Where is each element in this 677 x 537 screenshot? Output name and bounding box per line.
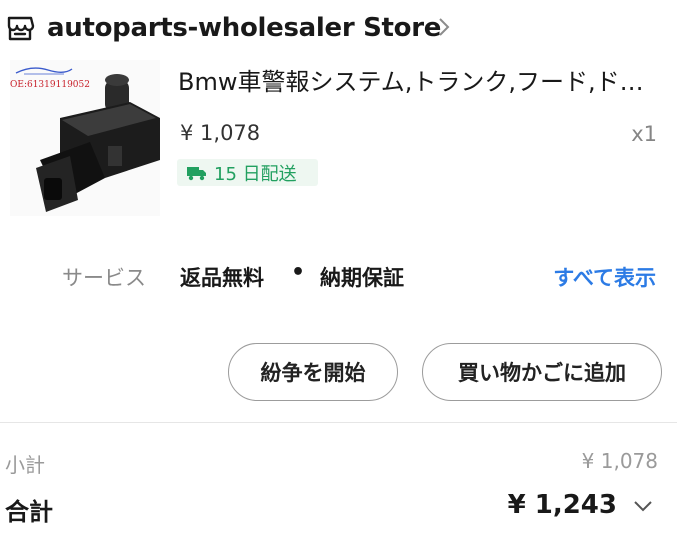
product-quantity: x1 <box>631 122 657 146</box>
chevron-right-icon[interactable] <box>436 17 452 37</box>
show-all-link[interactable]: すべて表示 <box>553 262 656 292</box>
subtotal-label: 小計 <box>5 453 45 477</box>
product-image[interactable]: OE:61319119052 <box>10 60 160 216</box>
store-header[interactable]: autoparts-wholesaler Store <box>0 4 677 48</box>
service-free-return: 返品無料 <box>180 266 264 290</box>
service-separator: • <box>291 260 306 285</box>
shipping-text: 15 日配送 <box>214 163 297 185</box>
total-label: 合計 <box>5 498 53 526</box>
product-price: ¥ 1,078 <box>180 121 261 145</box>
service-label: サービス <box>62 266 146 290</box>
divider <box>0 422 677 423</box>
product-title[interactable]: Bmw車警報システム,トランク,フード,ドア,スイッチ <box>178 62 656 97</box>
service-delivery-guarantee: 納期保証 <box>320 266 404 290</box>
shipping-badge: 15 日配送 <box>177 159 318 186</box>
store-name[interactable]: autoparts-wholesaler Store <box>47 13 441 43</box>
chevron-down-icon[interactable] <box>632 498 654 514</box>
add-to-cart-button[interactable]: 買い物かごに追加 <box>422 343 662 401</box>
store-icon <box>7 16 35 41</box>
service-row[interactable]: サービス 返品無料 • 納期保証 すべて表示 <box>0 258 677 294</box>
subtotal-value: ¥ 1,078 <box>581 449 658 473</box>
total-value[interactable]: ¥ 1,243 <box>508 490 617 520</box>
sensor-part-picture <box>36 74 160 212</box>
truck-icon <box>187 166 206 180</box>
open-dispute-button[interactable]: 紛争を開始 <box>228 343 398 401</box>
